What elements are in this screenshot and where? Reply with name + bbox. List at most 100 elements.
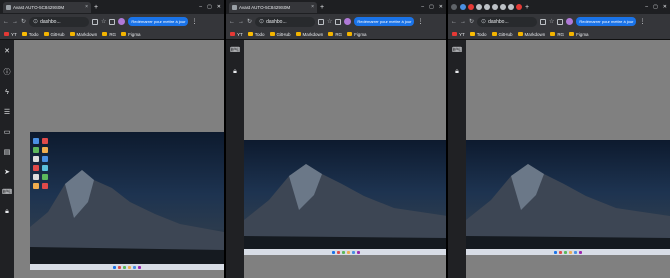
start-icon[interactable] bbox=[332, 250, 335, 254]
taskbar-app-icon[interactable] bbox=[128, 265, 131, 269]
cast-icon[interactable] bbox=[318, 18, 325, 25]
taskbar-app-icon[interactable] bbox=[123, 265, 126, 269]
address-bar[interactable]: ⊙ dashbo... bbox=[255, 16, 316, 27]
avatar[interactable] bbox=[566, 18, 574, 25]
address-bar[interactable]: ⊙ dashbo... bbox=[29, 16, 90, 27]
bookmark-markdown[interactable]: Markdown bbox=[295, 32, 323, 37]
bookmark-figma[interactable]: Figma bbox=[347, 32, 367, 37]
browser-tab[interactable]: Avast AUTO-5C8429S0M × bbox=[3, 1, 91, 13]
bookmark-github[interactable]: GitHub bbox=[269, 32, 291, 37]
bookmark-rg[interactable]: RG bbox=[550, 32, 564, 37]
desktop-icon[interactable] bbox=[33, 174, 39, 180]
pointer-icon[interactable]: ➤ bbox=[4, 168, 10, 176]
taskbar-app-icon[interactable] bbox=[564, 250, 567, 254]
pinned-tab-icon[interactable] bbox=[516, 4, 522, 10]
desktop-icon[interactable] bbox=[42, 183, 48, 189]
split-view-icon[interactable] bbox=[557, 18, 564, 25]
taskbar-app-icon[interactable] bbox=[138, 265, 141, 269]
remote-desktop[interactable] bbox=[466, 140, 670, 255]
bookmark-figma[interactable]: Figma bbox=[121, 32, 141, 37]
pinned-tab-icon[interactable] bbox=[500, 4, 506, 10]
maximize-icon[interactable]: ▢ bbox=[429, 4, 434, 10]
split-view-icon[interactable] bbox=[109, 18, 116, 25]
taskbar-app-icon[interactable] bbox=[559, 250, 562, 254]
taskbar-app-icon[interactable] bbox=[357, 250, 360, 254]
desktop-icon[interactable] bbox=[33, 156, 39, 162]
bookmark-todo[interactable]: Todo bbox=[247, 32, 265, 37]
remote-desktop[interactable] bbox=[244, 140, 446, 255]
minimize-icon[interactable]: – bbox=[199, 4, 202, 10]
menu-icon[interactable]: ⋮ bbox=[417, 18, 423, 25]
bookmark-github[interactable]: GitHub bbox=[491, 32, 513, 37]
split-view-icon[interactable] bbox=[335, 18, 342, 25]
reload-icon[interactable]: ↻ bbox=[469, 18, 474, 25]
desktop-icon[interactable] bbox=[42, 156, 48, 162]
start-icon[interactable] bbox=[113, 265, 116, 269]
remote-viewport[interactable]: ⌨ 🔒︎ bbox=[448, 40, 670, 278]
reload-icon[interactable]: ↻ bbox=[247, 18, 252, 25]
pinned-tab-icon[interactable] bbox=[508, 4, 514, 10]
menu-icon[interactable]: ⋮ bbox=[191, 18, 197, 25]
taskbar-app-icon[interactable] bbox=[579, 250, 582, 254]
file-icon[interactable]: ▤ bbox=[4, 148, 11, 156]
desktop-icon[interactable] bbox=[33, 147, 39, 153]
minimize-icon[interactable]: – bbox=[645, 4, 648, 10]
cast-icon[interactable] bbox=[92, 18, 99, 25]
maximize-icon[interactable]: ▢ bbox=[653, 4, 658, 10]
tab-close-icon[interactable]: × bbox=[85, 4, 88, 10]
bookmark-star-icon[interactable]: ☆ bbox=[327, 18, 332, 25]
keyboard-icon[interactable]: ⌨ bbox=[2, 188, 12, 196]
desktop-icon[interactable] bbox=[42, 165, 48, 171]
pinned-tab-icon[interactable] bbox=[476, 4, 482, 10]
back-icon[interactable]: ← bbox=[3, 19, 9, 25]
bookmark-star-icon[interactable]: ☆ bbox=[101, 18, 106, 25]
desktop-icon[interactable] bbox=[33, 183, 39, 189]
back-icon[interactable]: ← bbox=[451, 19, 457, 25]
desktop-icon[interactable] bbox=[33, 165, 39, 171]
cast-icon[interactable] bbox=[540, 18, 547, 25]
desktop-icon[interactable] bbox=[42, 174, 48, 180]
tab-search-icon[interactable] bbox=[451, 4, 457, 10]
forward-icon[interactable]: → bbox=[12, 19, 18, 25]
pinned-tab-icon[interactable] bbox=[468, 4, 474, 10]
taskbar-app-icon[interactable] bbox=[133, 265, 136, 269]
pinned-tab-icon[interactable] bbox=[460, 4, 466, 10]
lock-icon[interactable]: 🔒︎ bbox=[455, 68, 459, 76]
close-icon[interactable]: ✕ bbox=[663, 4, 667, 10]
taskbar-app-icon[interactable] bbox=[574, 250, 577, 254]
settings-icon[interactable]: ☰ bbox=[4, 108, 10, 116]
tab-close-icon[interactable]: × bbox=[311, 4, 314, 10]
reload-icon[interactable]: ↻ bbox=[21, 18, 26, 25]
maximize-icon[interactable]: ▢ bbox=[207, 4, 212, 10]
bookmark-yt[interactable]: YT bbox=[452, 32, 465, 37]
bookmark-markdown[interactable]: Markdown bbox=[69, 32, 97, 37]
monitor-icon[interactable]: ▭ bbox=[4, 128, 11, 136]
start-icon[interactable] bbox=[554, 250, 557, 254]
update-button[interactable]: Redémarrer pour mettre à jour bbox=[576, 17, 637, 26]
taskbar-app-icon[interactable] bbox=[342, 250, 345, 254]
minimize-icon[interactable]: – bbox=[421, 4, 424, 10]
taskbar-app-icon[interactable] bbox=[569, 250, 572, 254]
bookmark-todo[interactable]: Todo bbox=[469, 32, 487, 37]
bookmark-yt[interactable]: YT bbox=[230, 32, 243, 37]
lock-icon[interactable]: 🔒︎ bbox=[233, 68, 237, 76]
new-tab-icon[interactable]: + bbox=[94, 4, 98, 11]
pinned-tab-icon[interactable] bbox=[484, 4, 490, 10]
menu-icon[interactable]: ⋮ bbox=[639, 18, 645, 25]
desktop-icon[interactable] bbox=[33, 138, 39, 144]
update-button[interactable]: Redémarrer pour mettre à jour bbox=[354, 17, 415, 26]
close-icon[interactable]: ✕ bbox=[217, 4, 221, 10]
pinned-tab-icon[interactable] bbox=[492, 4, 498, 10]
bookmark-todo[interactable]: Todo bbox=[21, 32, 39, 37]
taskbar-app-icon[interactable] bbox=[347, 250, 350, 254]
lock-icon[interactable]: 🔒︎ bbox=[5, 208, 9, 216]
bookmark-star-icon[interactable]: ☆ bbox=[549, 18, 554, 25]
forward-icon[interactable]: → bbox=[238, 19, 244, 25]
remote-viewport[interactable]: ⌨ 🔒︎ bbox=[226, 40, 446, 278]
lightning-icon[interactable]: ϟ bbox=[5, 89, 9, 96]
bookmark-rg[interactable]: RG bbox=[102, 32, 116, 37]
bookmark-markdown[interactable]: Markdown bbox=[517, 32, 545, 37]
remote-desktop[interactable] bbox=[30, 132, 224, 270]
avatar[interactable] bbox=[118, 18, 126, 25]
taskbar-app-icon[interactable] bbox=[352, 250, 355, 254]
